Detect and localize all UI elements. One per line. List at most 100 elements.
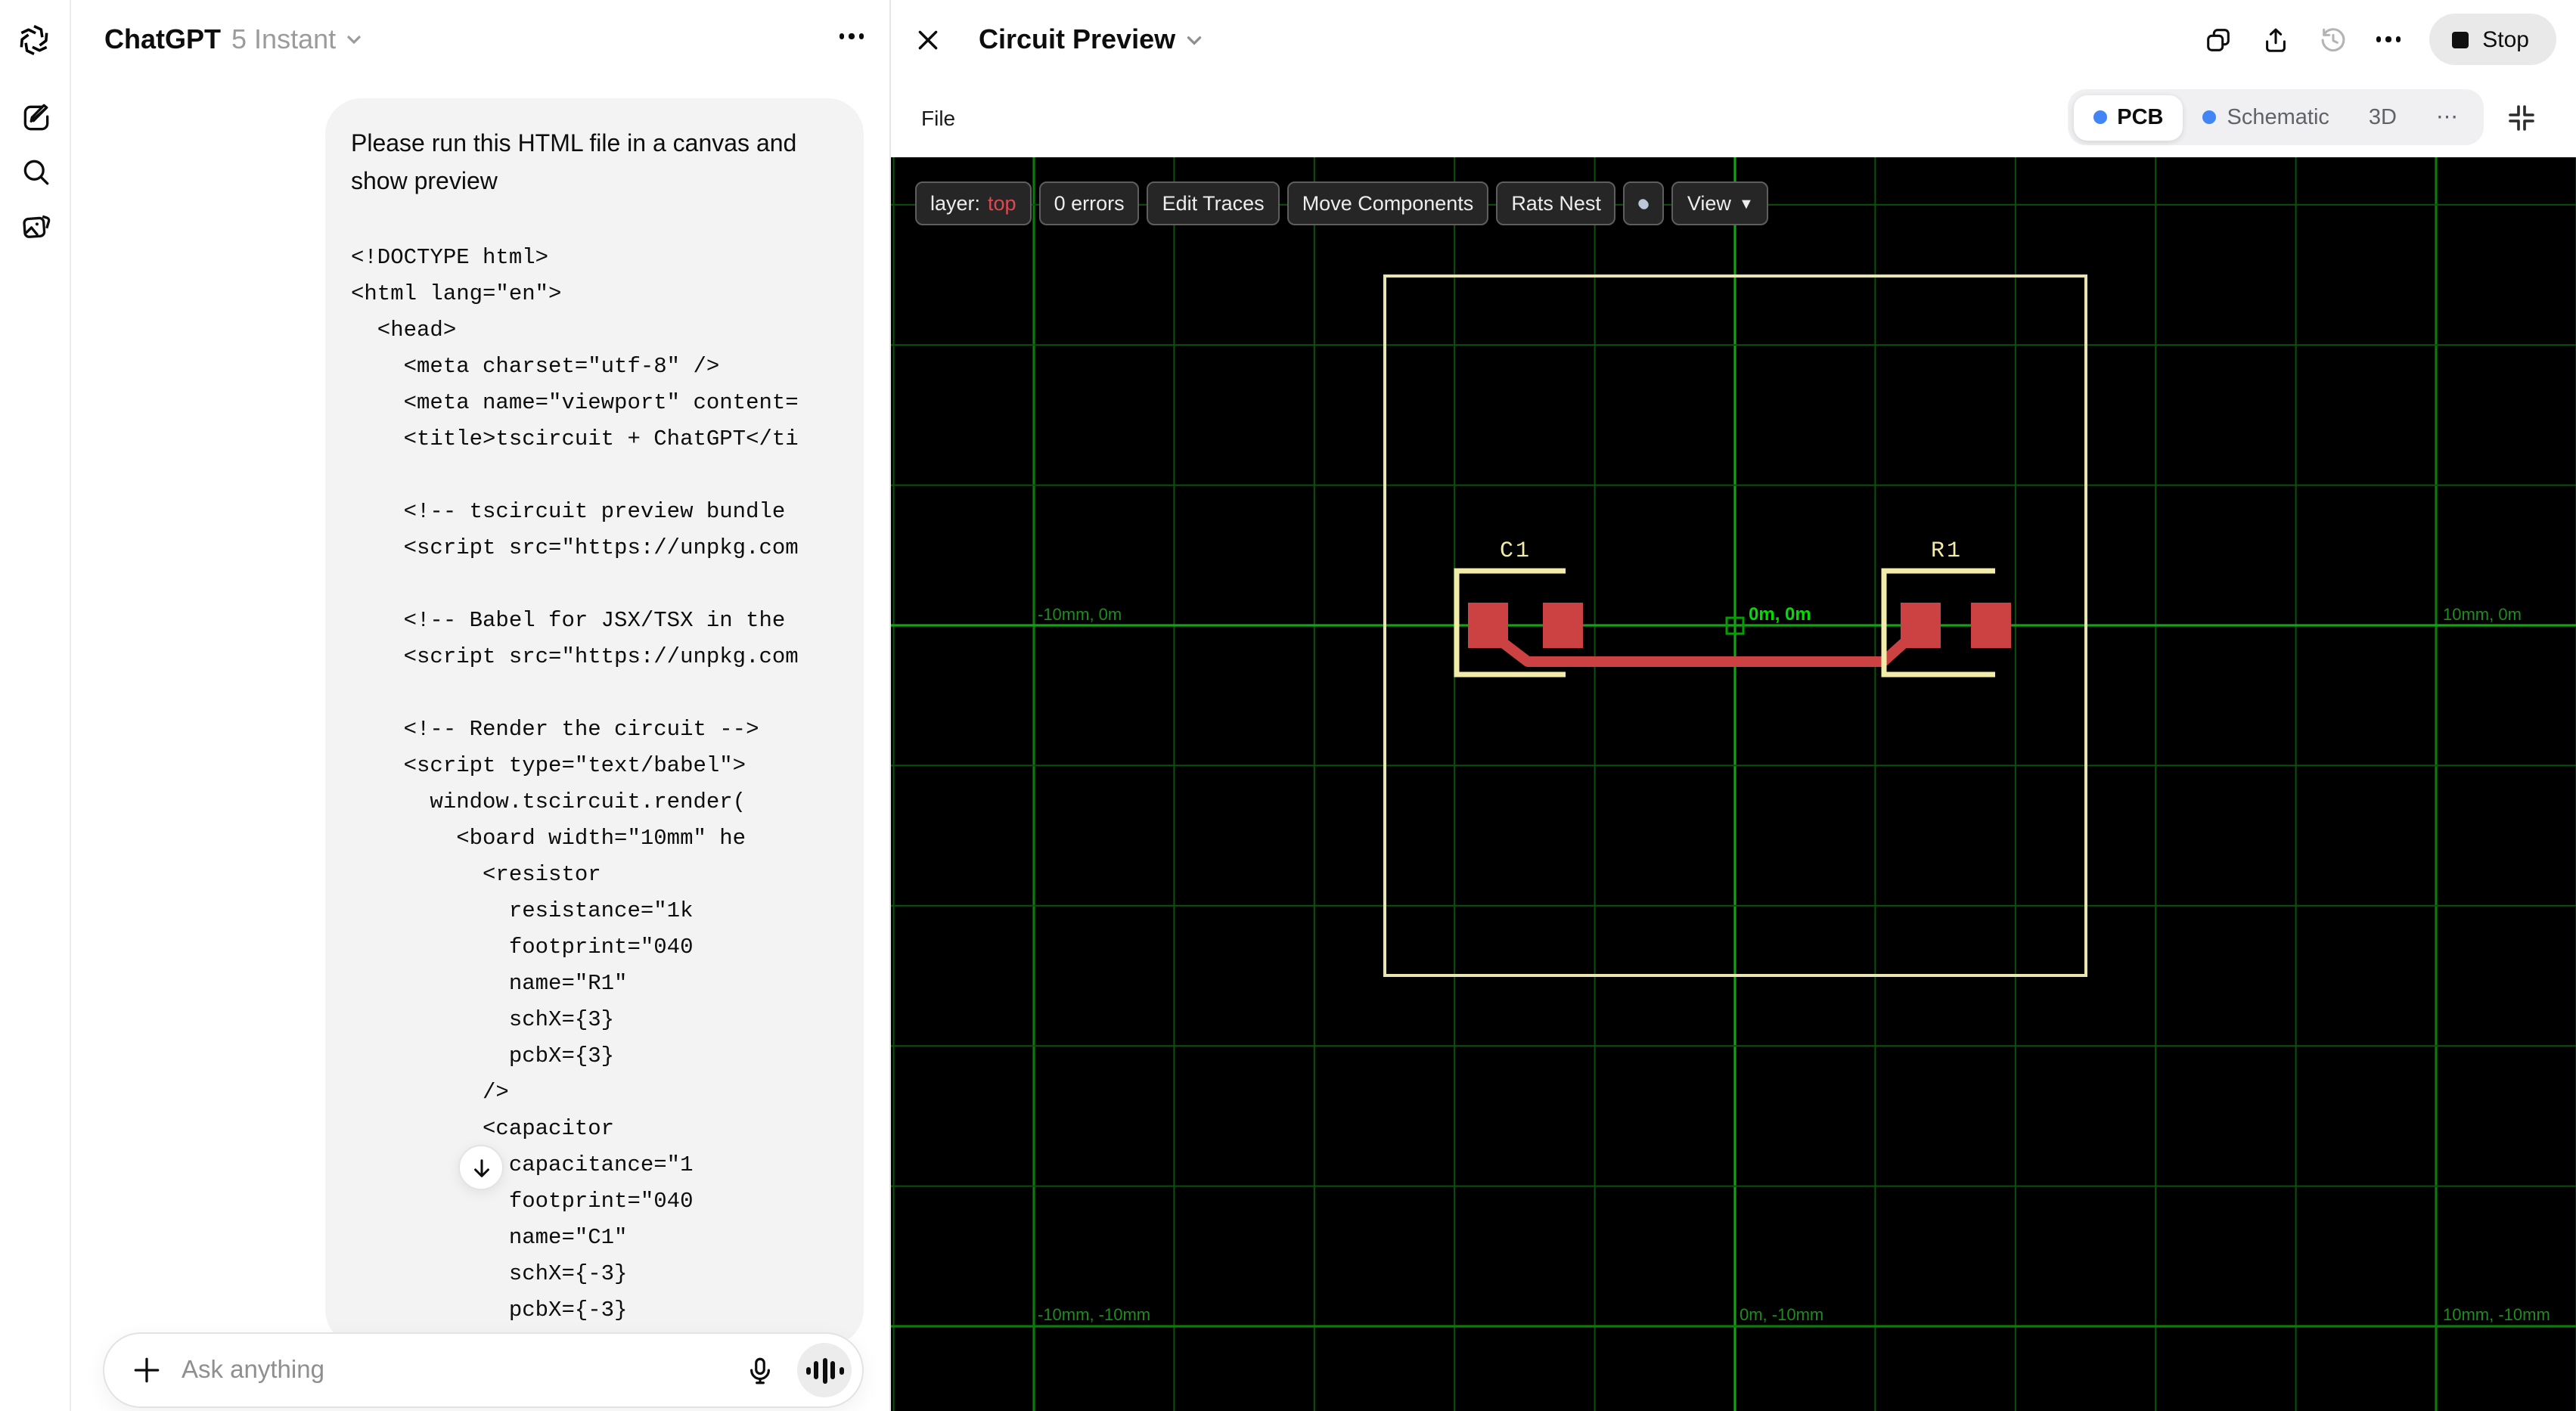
- layer-value: top: [988, 192, 1016, 215]
- errors-label: 0 errors: [1054, 192, 1125, 215]
- mic-icon[interactable]: [744, 1354, 776, 1386]
- code-line: <meta charset="utf-8" />: [351, 355, 720, 380]
- code-line: schX={3}: [351, 1009, 615, 1033]
- app-title: ChatGPT: [104, 23, 222, 54]
- left-axis-coord-label: -10mm, 0m: [1038, 605, 1122, 624]
- right-axis-coord-label: 10mm, 0m: [2443, 605, 2522, 624]
- canvas-header: Circuit Preview Stop: [891, 0, 2576, 79]
- code-line: pcbX={-3}: [351, 1299, 628, 1323]
- pcb-ref-c1: C1: [1500, 538, 1532, 564]
- message-composer[interactable]: Ask anything: [103, 1332, 864, 1408]
- rats-nest-button[interactable]: Rats Nest: [1496, 181, 1616, 225]
- caret-down-icon: ▼: [1738, 196, 1754, 212]
- edit-traces-label: Edit Traces: [1162, 192, 1265, 215]
- code-line: pcbX={3}: [351, 1045, 615, 1069]
- code-line: name="C1": [351, 1226, 628, 1251]
- file-menu[interactable]: File: [921, 106, 955, 130]
- r1-pad-1: [1901, 603, 1941, 648]
- new-chat-icon[interactable]: [20, 101, 53, 135]
- move-components-button[interactable]: Move Components: [1286, 181, 1489, 225]
- stop-button[interactable]: Stop: [2429, 14, 2556, 65]
- tab-pcb[interactable]: PCB: [2073, 95, 2183, 140]
- bottom-left-coord-label: -10mm, -10mm: [1038, 1305, 1150, 1324]
- bottom-center-coord-label: 0m, -10mm: [1740, 1305, 1823, 1324]
- voice-mode-button[interactable]: [797, 1343, 852, 1397]
- code-line: <script src="https://unpkg.com: [351, 537, 799, 561]
- tab-3d[interactable]: 3D: [2349, 95, 2416, 140]
- model-name[interactable]: 5 Instant: [231, 23, 336, 55]
- code-line: <meta name="viewport" content=: [351, 392, 799, 416]
- errors-button[interactable]: 0 errors: [1038, 181, 1140, 225]
- tab-schematic[interactable]: Schematic: [2183, 95, 2349, 140]
- code-line: <!DOCTYPE html>: [351, 247, 549, 271]
- code-line: capacitance="1: [351, 1154, 694, 1178]
- pencil-icon: [1637, 196, 1652, 211]
- c1-pad-2: [1543, 603, 1583, 648]
- layer-button[interactable]: layer: top: [915, 181, 1032, 225]
- code-line: footprint="040: [351, 936, 694, 960]
- code-line: window.tscircuit.render(: [351, 791, 746, 815]
- code-line: <!-- Babel for JSX/TSX in the: [351, 609, 786, 634]
- share-icon[interactable]: [2261, 25, 2289, 54]
- panel-divider[interactable]: [889, 0, 891, 1411]
- code-line: <head>: [351, 319, 457, 343]
- code-line: <script type="text/babel">: [351, 755, 746, 779]
- code-line: <capacitor: [351, 1118, 615, 1142]
- sidebar-rail: [0, 0, 71, 1411]
- grid-layer: [891, 157, 2576, 1411]
- pcb-drawing[interactable]: C1 R1 0m, 0m -10mm, 0m 10mm, 0m -10mm, -…: [891, 157, 2576, 1411]
- code-block: <!DOCTYPE html> <html lang="en"> <head> <…: [351, 240, 864, 1346]
- conversation-menu-icon[interactable]: [839, 33, 864, 39]
- view-button[interactable]: View ▼: [1671, 181, 1769, 225]
- code-line: schX={-3}: [351, 1263, 628, 1287]
- code-line: <board width="10mm" he: [351, 827, 746, 851]
- chat-panel: ChatGPT 5 Instant Please run this HTML f…: [71, 0, 891, 1411]
- code-line: <title>tscircuit + ChatGPT</ti: [351, 428, 799, 452]
- pcb-dot-icon: [2093, 110, 2107, 124]
- pcb-canvas[interactable]: C1 R1 0m, 0m -10mm, 0m 10mm, 0m -10mm, -…: [891, 157, 2576, 1411]
- chat-header: ChatGPT 5 Instant: [71, 0, 891, 79]
- stop-label: Stop: [2482, 26, 2529, 52]
- stop-square-icon: [2452, 31, 2469, 48]
- history-icon[interactable]: [2318, 25, 2347, 54]
- tab-pcb-label: PCB: [2117, 105, 2164, 129]
- composer-placeholder[interactable]: Ask anything: [182, 1356, 744, 1385]
- bottom-right-coord-label: 10mm, -10mm: [2443, 1305, 2550, 1324]
- code-line: />: [351, 1081, 509, 1106]
- search-icon[interactable]: [20, 156, 53, 189]
- pencil-tool-button[interactable]: [1623, 181, 1665, 225]
- user-message-text: Please run this HTML file in a canvas an…: [351, 132, 797, 195]
- canvas-title[interactable]: Circuit Preview: [979, 23, 1175, 55]
- plus-icon[interactable]: [130, 1354, 163, 1387]
- tab-more[interactable]: ⋯: [2416, 95, 2478, 140]
- copy-icon[interactable]: [2203, 25, 2232, 54]
- canvas-panel: Circuit Preview Stop File PCB Schematic …: [891, 0, 2576, 1411]
- origin-coord-label: 0m, 0m: [1749, 604, 1811, 625]
- tab-more-label: ⋯: [2436, 105, 2458, 129]
- layer-label: layer:: [930, 192, 981, 215]
- r1-pad-2: [1971, 603, 2011, 648]
- chevron-down-icon[interactable]: [345, 30, 363, 48]
- library-icon[interactable]: [20, 210, 53, 243]
- view-tabs: PCB Schematic 3D ⋯: [2067, 89, 2484, 145]
- code-line: <!-- tscircuit preview bundle: [351, 501, 786, 525]
- arrow-down-icon: [473, 1158, 489, 1177]
- close-icon[interactable]: [915, 26, 941, 52]
- rats-nest-label: Rats Nest: [1511, 192, 1601, 215]
- minimize-icon[interactable]: [2508, 104, 2535, 132]
- chevron-down-icon[interactable]: [1184, 29, 1204, 49]
- code-line: resistance="1k: [351, 900, 694, 924]
- schematic-dot-icon: [2202, 110, 2217, 124]
- view-label: View: [1687, 192, 1731, 215]
- move-components-label: Move Components: [1302, 192, 1474, 215]
- tab-3d-label: 3D: [2368, 105, 2397, 129]
- code-line: name="R1": [351, 972, 628, 997]
- code-line: <script src="https://unpkg.com: [351, 646, 799, 670]
- more-options-icon[interactable]: [2376, 36, 2401, 42]
- scroll-to-bottom-button[interactable]: [458, 1145, 504, 1190]
- code-line: footprint="040: [351, 1190, 694, 1214]
- pcb-toolbar: layer: top 0 errors Edit Traces Move Com…: [915, 181, 1769, 225]
- edit-traces-button[interactable]: Edit Traces: [1147, 181, 1280, 225]
